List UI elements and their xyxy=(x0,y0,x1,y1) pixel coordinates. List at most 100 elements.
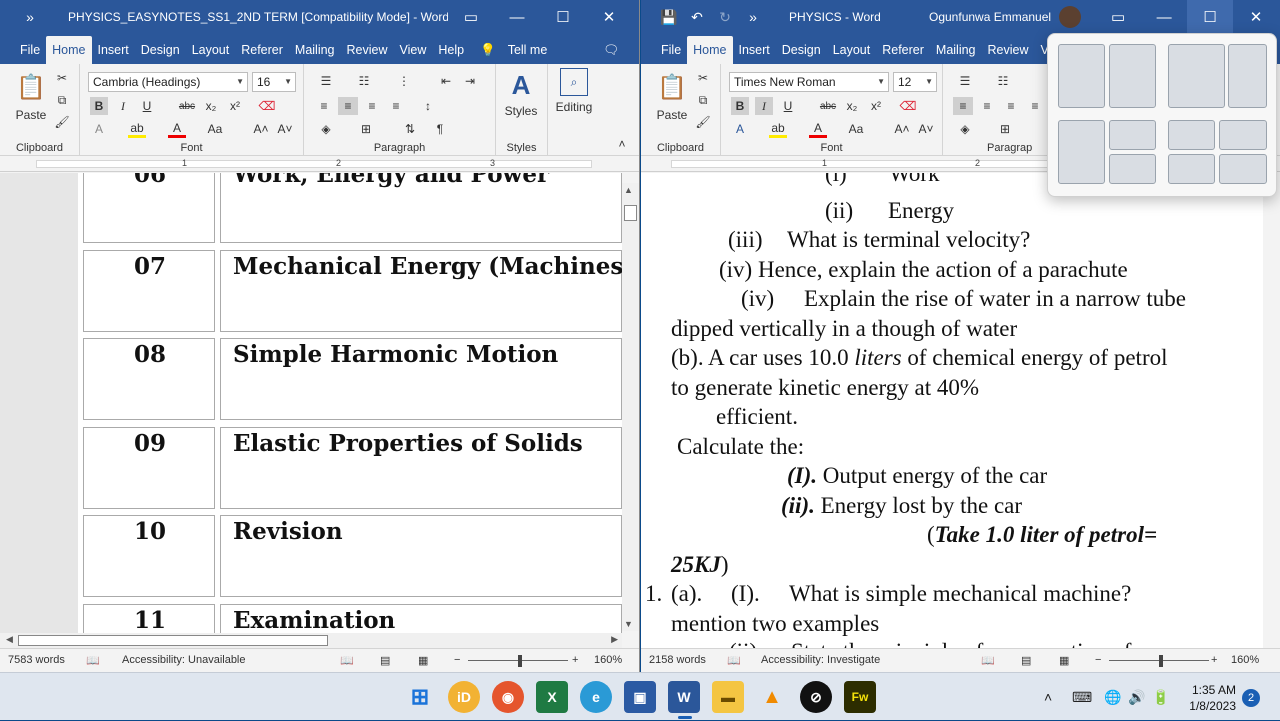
font-name-combo[interactable]: Times New Roman ▼ xyxy=(729,72,889,92)
snap-zone[interactable] xyxy=(1109,120,1156,150)
italic-button[interactable]: I xyxy=(755,97,773,115)
print-layout-icon[interactable]: ▤ xyxy=(1021,654,1031,667)
ribbon-display-options-icon[interactable]: ▭ xyxy=(448,0,494,34)
align-right-icon[interactable]: ≡ xyxy=(1001,97,1021,115)
copy-icon[interactable]: ⧉ xyxy=(695,92,711,108)
tab-home[interactable]: Home xyxy=(46,36,92,64)
cut-icon[interactable]: ✂ xyxy=(54,70,70,86)
bold-button[interactable]: B xyxy=(731,97,749,115)
tab-help[interactable]: Help xyxy=(432,36,470,64)
print-layout-icon[interactable]: ▤ xyxy=(380,654,390,667)
editing-button[interactable]: Editing xyxy=(548,100,600,114)
justify-icon[interactable]: ≡ xyxy=(1025,97,1045,115)
highlight-icon[interactable]: ab xyxy=(769,120,787,138)
shading-icon[interactable]: ◈ xyxy=(953,120,977,138)
paste-icon[interactable]: 📋 xyxy=(16,70,46,104)
clock[interactable]: 1:35 AM 1/8/2023 xyxy=(1189,682,1236,714)
quick-access-more-icon[interactable]: » xyxy=(739,0,767,34)
strikethrough-button[interactable]: abc xyxy=(176,97,198,115)
scroll-left-icon[interactable]: ◀ xyxy=(6,634,13,645)
tab-layout[interactable]: Layout xyxy=(186,36,236,64)
maximize-button[interactable]: ☐ xyxy=(540,0,586,34)
font-color-icon[interactable]: A xyxy=(168,120,186,138)
numbering-icon[interactable]: ☷ xyxy=(352,72,376,90)
left-document-area[interactable]: 06 Work, Energy and Power 07 Mechanical … xyxy=(0,173,622,633)
copy-icon[interactable]: ⧉ xyxy=(54,92,70,108)
align-center-icon[interactable]: ≡ xyxy=(338,97,358,115)
fireworks-icon[interactable]: Fw xyxy=(844,681,876,713)
superscript-button[interactable]: x² xyxy=(226,97,244,115)
align-right-icon[interactable]: ≡ xyxy=(362,97,382,115)
scroll-right-icon[interactable]: ▶ xyxy=(611,634,618,645)
align-left-icon[interactable]: ≡ xyxy=(314,97,334,115)
start-windows-icon[interactable]: ⊞ xyxy=(404,681,436,713)
left-horizontal-scrollbar[interactable]: ◀ ▶ xyxy=(0,633,622,648)
tab-file[interactable]: File xyxy=(14,36,46,64)
battery-icon[interactable]: 🔋 xyxy=(1152,673,1174,721)
scroll-thumb[interactable] xyxy=(624,205,637,221)
snap-zone[interactable] xyxy=(1168,154,1215,184)
grow-font-icon[interactable]: A˄ xyxy=(893,120,911,138)
vlc-icon[interactable]: ▲ xyxy=(756,681,788,713)
font-size-combo[interactable]: 16 ▼ xyxy=(252,72,296,92)
tab-references[interactable]: Referer xyxy=(876,36,930,64)
change-case-icon[interactable]: Aa xyxy=(845,120,867,138)
collapse-ribbon-icon[interactable]: ˄ xyxy=(614,136,630,152)
zoom-in-icon[interactable]: + xyxy=(1211,654,1217,666)
format-painter-icon[interactable]: 🖌 xyxy=(695,114,711,130)
web-layout-icon[interactable]: ▦ xyxy=(418,654,428,667)
font-color-icon[interactable]: A xyxy=(809,120,827,138)
read-mode-icon[interactable]: 📖 xyxy=(340,654,354,667)
tab-home[interactable]: Home xyxy=(687,36,733,64)
tab-insert[interactable]: Insert xyxy=(92,36,135,64)
strikethrough-button[interactable]: abc xyxy=(817,97,839,115)
italic-button[interactable]: I xyxy=(114,97,132,115)
proofing-icon[interactable]: 📖 xyxy=(86,654,100,667)
volume-icon[interactable]: 🔊 xyxy=(1128,673,1150,721)
align-left-icon[interactable]: ≡ xyxy=(953,97,973,115)
increase-indent-icon[interactable]: ⇥ xyxy=(460,72,480,90)
sort-icon[interactable]: ⇅ xyxy=(400,120,420,138)
tab-review[interactable]: Review xyxy=(341,36,394,64)
avatar[interactable] xyxy=(1059,6,1082,28)
numbering-icon[interactable]: ☷ xyxy=(991,72,1015,90)
snap-zone[interactable] xyxy=(1058,44,1105,108)
zoom-level[interactable]: 160% xyxy=(594,654,622,666)
cut-icon[interactable]: ✂ xyxy=(695,70,711,86)
snap-zone[interactable] xyxy=(1219,120,1267,150)
font-name-combo[interactable]: Cambria (Headings) ▼ xyxy=(88,72,248,92)
format-painter-icon[interactable]: 🖌 xyxy=(54,114,70,130)
align-center-icon[interactable]: ≡ xyxy=(977,97,997,115)
subscript-button[interactable]: x₂ xyxy=(202,97,220,115)
styles-icon[interactable]: A xyxy=(506,68,536,102)
right-document-area[interactable]: (i) Work (ii) Energy (iii) What is termi… xyxy=(641,173,1263,648)
file-explorer-icon[interactable]: ▬ xyxy=(712,681,744,713)
text-effects-icon[interactable]: A xyxy=(90,120,108,138)
excel-icon[interactable]: X xyxy=(536,681,568,713)
tab-view[interactable]: View xyxy=(394,36,433,64)
superscript-button[interactable]: x² xyxy=(867,97,885,115)
tab-design[interactable]: Design xyxy=(776,36,827,64)
zoom-out-icon[interactable]: − xyxy=(1095,654,1101,666)
snap-zone[interactable] xyxy=(1058,120,1105,184)
tab-references[interactable]: Referer xyxy=(235,36,289,64)
decrease-indent-icon[interactable]: ⇤ xyxy=(436,72,456,90)
save-icon[interactable]: 💾 xyxy=(655,0,683,34)
snap-zone[interactable] xyxy=(1228,44,1267,108)
zoom-level[interactable]: 160% xyxy=(1231,654,1259,666)
accessibility-status[interactable]: Accessibility: Unavailable xyxy=(122,654,246,666)
shrink-font-icon[interactable]: A˅ xyxy=(276,120,294,138)
word-count[interactable]: 2158 words xyxy=(649,654,706,666)
text-effects-icon[interactable]: A xyxy=(731,120,749,138)
close-button[interactable]: ✕ xyxy=(1233,0,1279,34)
language-globe-icon[interactable]: 🌐 xyxy=(1104,673,1124,721)
clear-formatting-icon[interactable]: ⌫ xyxy=(258,97,276,115)
shading-icon[interactable]: ◈ xyxy=(314,120,338,138)
right-title-bar[interactable]: 💾 ↶ ↻ » PHYSICS - Word Ogunfunwa Emmanue… xyxy=(641,0,1280,34)
ribbon-display-options-icon[interactable]: ▭ xyxy=(1095,0,1141,34)
zoom-in-icon[interactable]: + xyxy=(572,654,578,666)
tab-review[interactable]: Review xyxy=(982,36,1035,64)
scroll-down-icon[interactable]: ▼ xyxy=(624,619,633,629)
quick-access-more-icon[interactable]: » xyxy=(0,0,60,34)
snap-zone[interactable] xyxy=(1168,44,1225,108)
